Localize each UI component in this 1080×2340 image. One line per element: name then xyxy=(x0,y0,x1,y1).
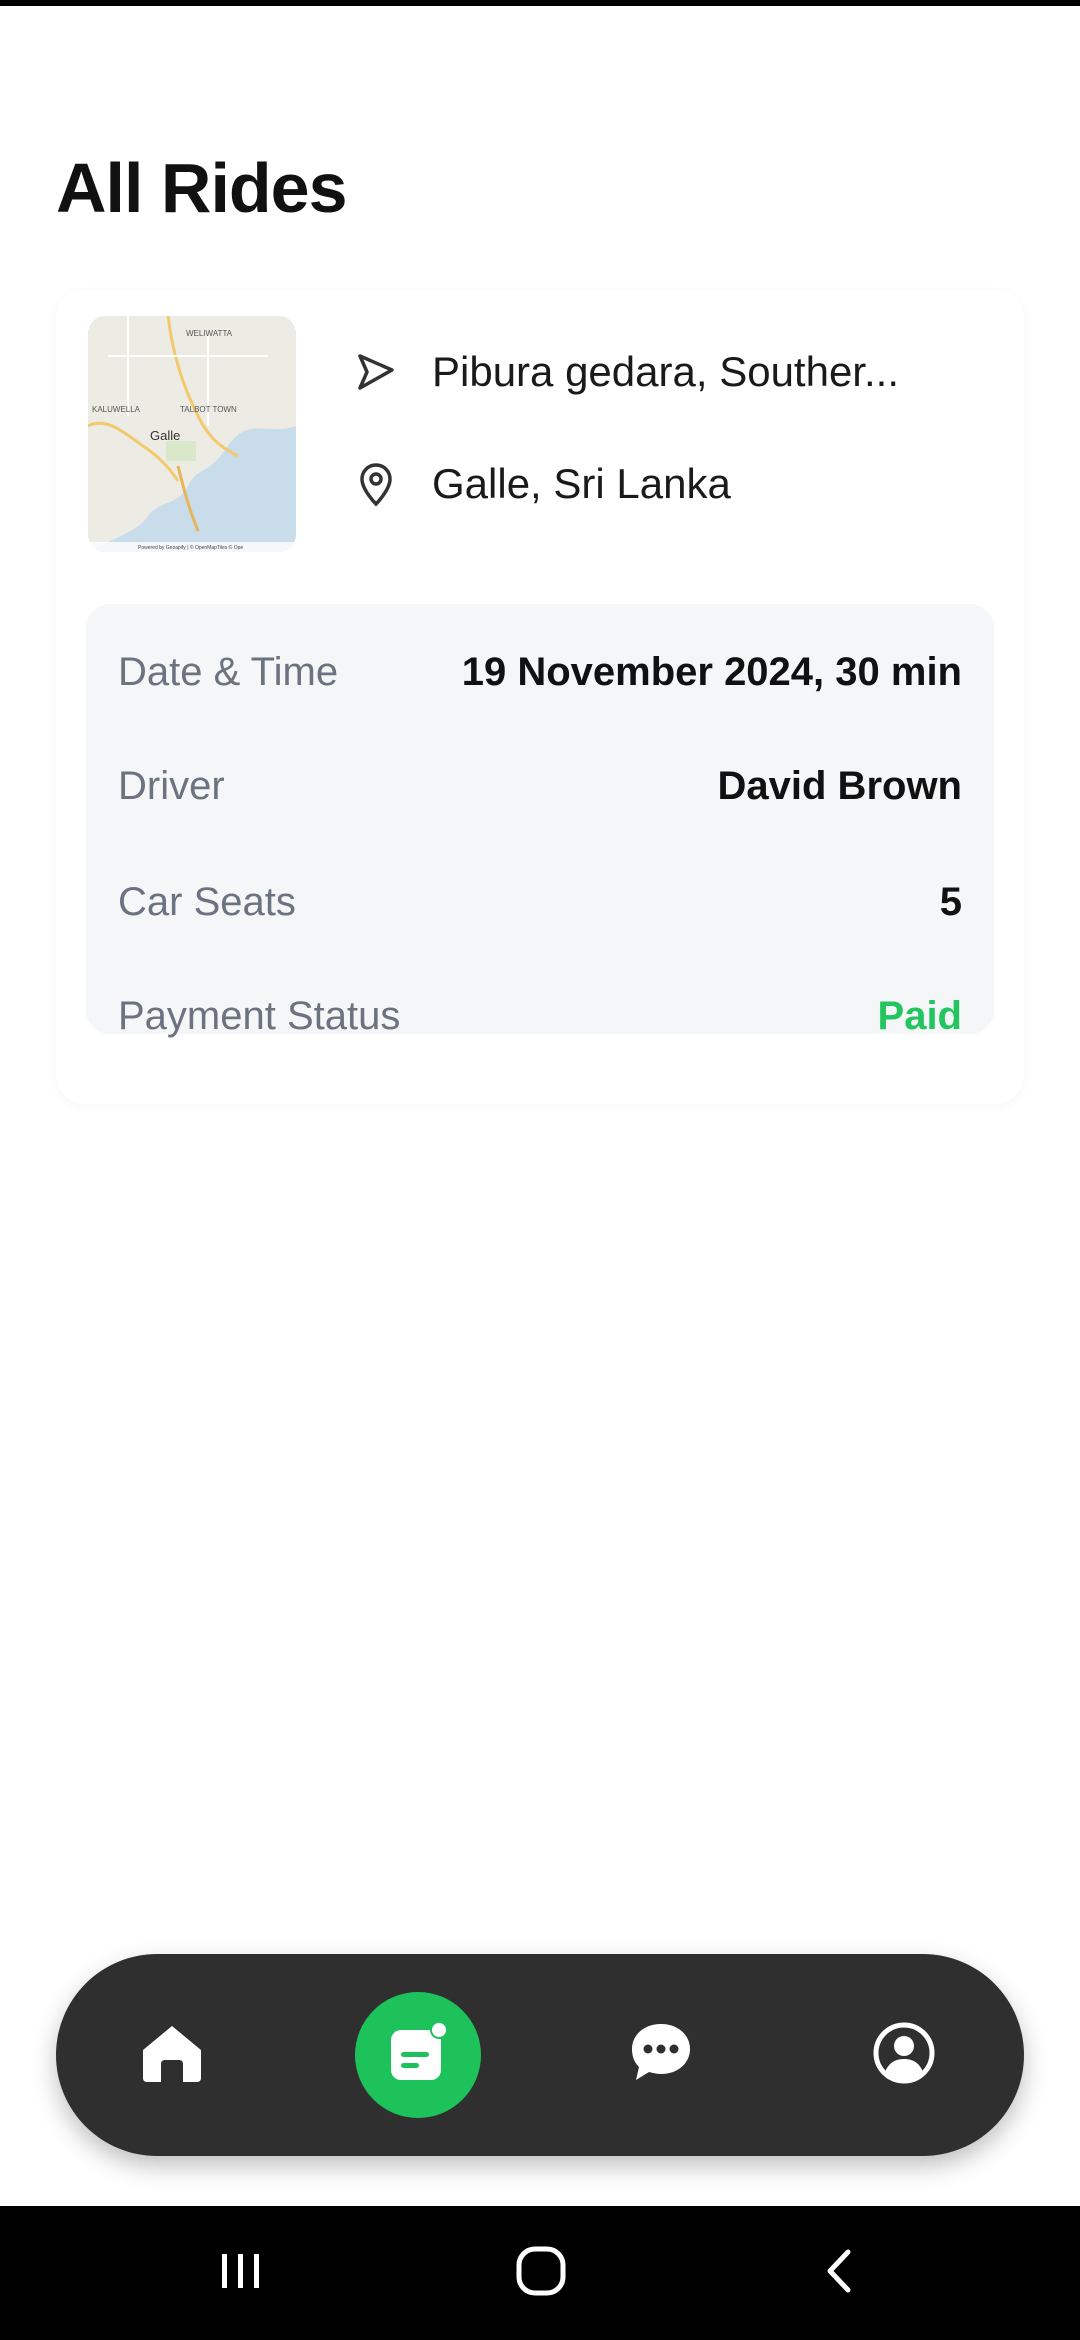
back-button[interactable] xyxy=(801,2238,881,2308)
profile-icon xyxy=(869,2018,939,2093)
route-map-thumbnail[interactable]: WELIWATTA KALUWELLA TALBOT TOWN Galle Po… xyxy=(88,316,296,552)
status-bar xyxy=(0,0,1080,6)
dropoff-address: Galle, Sri Lanka xyxy=(432,460,731,507)
nav-rides-button[interactable] xyxy=(355,1992,481,2118)
home-icon xyxy=(137,2018,207,2093)
chevron-left-icon xyxy=(816,2246,866,2301)
detail-value: David Brown xyxy=(717,763,962,808)
pickup-location: Pibura gedara, Souther... xyxy=(350,346,899,398)
screen: All Rides WELIWATTA KALUWELLA TALBOT TOW… xyxy=(0,0,1080,2340)
detail-label: Car Seats xyxy=(118,879,296,924)
ride-details-panel: Date & Time 19 November 2024, 30 min Dri… xyxy=(86,604,994,1038)
dropoff-location: Galle, Sri Lanka xyxy=(350,458,731,510)
detail-label: Date & Time xyxy=(118,649,339,694)
map-label: Galle xyxy=(150,428,180,443)
map-label: WELIWATTA xyxy=(186,329,233,338)
map-pin-icon xyxy=(350,458,402,510)
detail-label: Driver xyxy=(118,763,225,808)
nav-profile-button[interactable] xyxy=(844,1995,964,2115)
navigation-arrow-icon xyxy=(350,346,402,398)
detail-value: 19 November 2024, 30 min xyxy=(461,649,962,694)
page-title: All Rides xyxy=(56,149,348,227)
detail-row-driver: Driver David Brown xyxy=(118,756,962,816)
detail-row-payment-status: Payment Status Paid xyxy=(118,986,962,1046)
detail-value: 5 xyxy=(939,879,962,924)
payment-status-badge: Paid xyxy=(877,993,962,1038)
map-label: TALBOT TOWN xyxy=(180,405,237,414)
ride-card[interactable]: WELIWATTA KALUWELLA TALBOT TOWN Galle Po… xyxy=(56,290,1024,1104)
map-label: KALUWELLA xyxy=(92,405,141,414)
chat-icon xyxy=(626,2018,696,2093)
home-circle-icon xyxy=(513,2243,569,2304)
recent-apps-button[interactable] xyxy=(201,2238,281,2308)
rides-icon xyxy=(383,2018,453,2093)
pickup-address: Pibura gedara, Souther... xyxy=(432,348,899,395)
home-system-button[interactable] xyxy=(501,2238,581,2308)
detail-row-date-time: Date & Time 19 November 2024, 30 min xyxy=(118,642,962,702)
nav-home-button[interactable] xyxy=(112,1995,232,2115)
detail-row-car-seats: Car Seats 5 xyxy=(118,872,962,932)
nav-chat-button[interactable] xyxy=(601,1995,721,2115)
map-attribution: Powered by Geoapify | © OpenMapTiles © O… xyxy=(138,544,243,551)
system-navigation-bar xyxy=(0,2206,1080,2340)
recent-apps-icon xyxy=(216,2246,266,2301)
bottom-navigation xyxy=(56,1954,1024,2156)
detail-label: Payment Status xyxy=(118,993,401,1038)
